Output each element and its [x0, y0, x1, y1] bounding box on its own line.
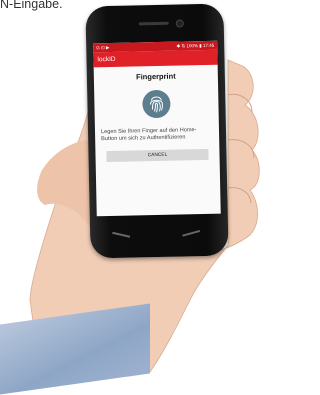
- status-left-icons: G ⊡ ▶: [96, 44, 110, 50]
- fingerprint-button[interactable]: [142, 89, 171, 119]
- smartphone: G ⊡ ▶ ✱ ⇅ 100% ▮ 17:45 lockID Fingerprin…: [85, 3, 229, 259]
- cancel-button[interactable]: CANCEL: [106, 148, 209, 163]
- instruction-text: Legen Sie Ihren Finger auf den Home-Butt…: [100, 127, 197, 143]
- speaker-grille: [138, 21, 169, 26]
- status-right-info: ✱ ⇅ 100% ▮ 17:45: [176, 42, 215, 49]
- dialog-title: Fingerprint: [135, 71, 176, 82]
- app-title: lockID: [97, 55, 116, 64]
- phone-screen: G ⊡ ▶ ✱ ⇅ 100% ▮ 17:45 lockID Fingerprin…: [93, 40, 221, 217]
- fingerprint-icon: [149, 96, 163, 113]
- app-bar: lockID: [93, 49, 218, 68]
